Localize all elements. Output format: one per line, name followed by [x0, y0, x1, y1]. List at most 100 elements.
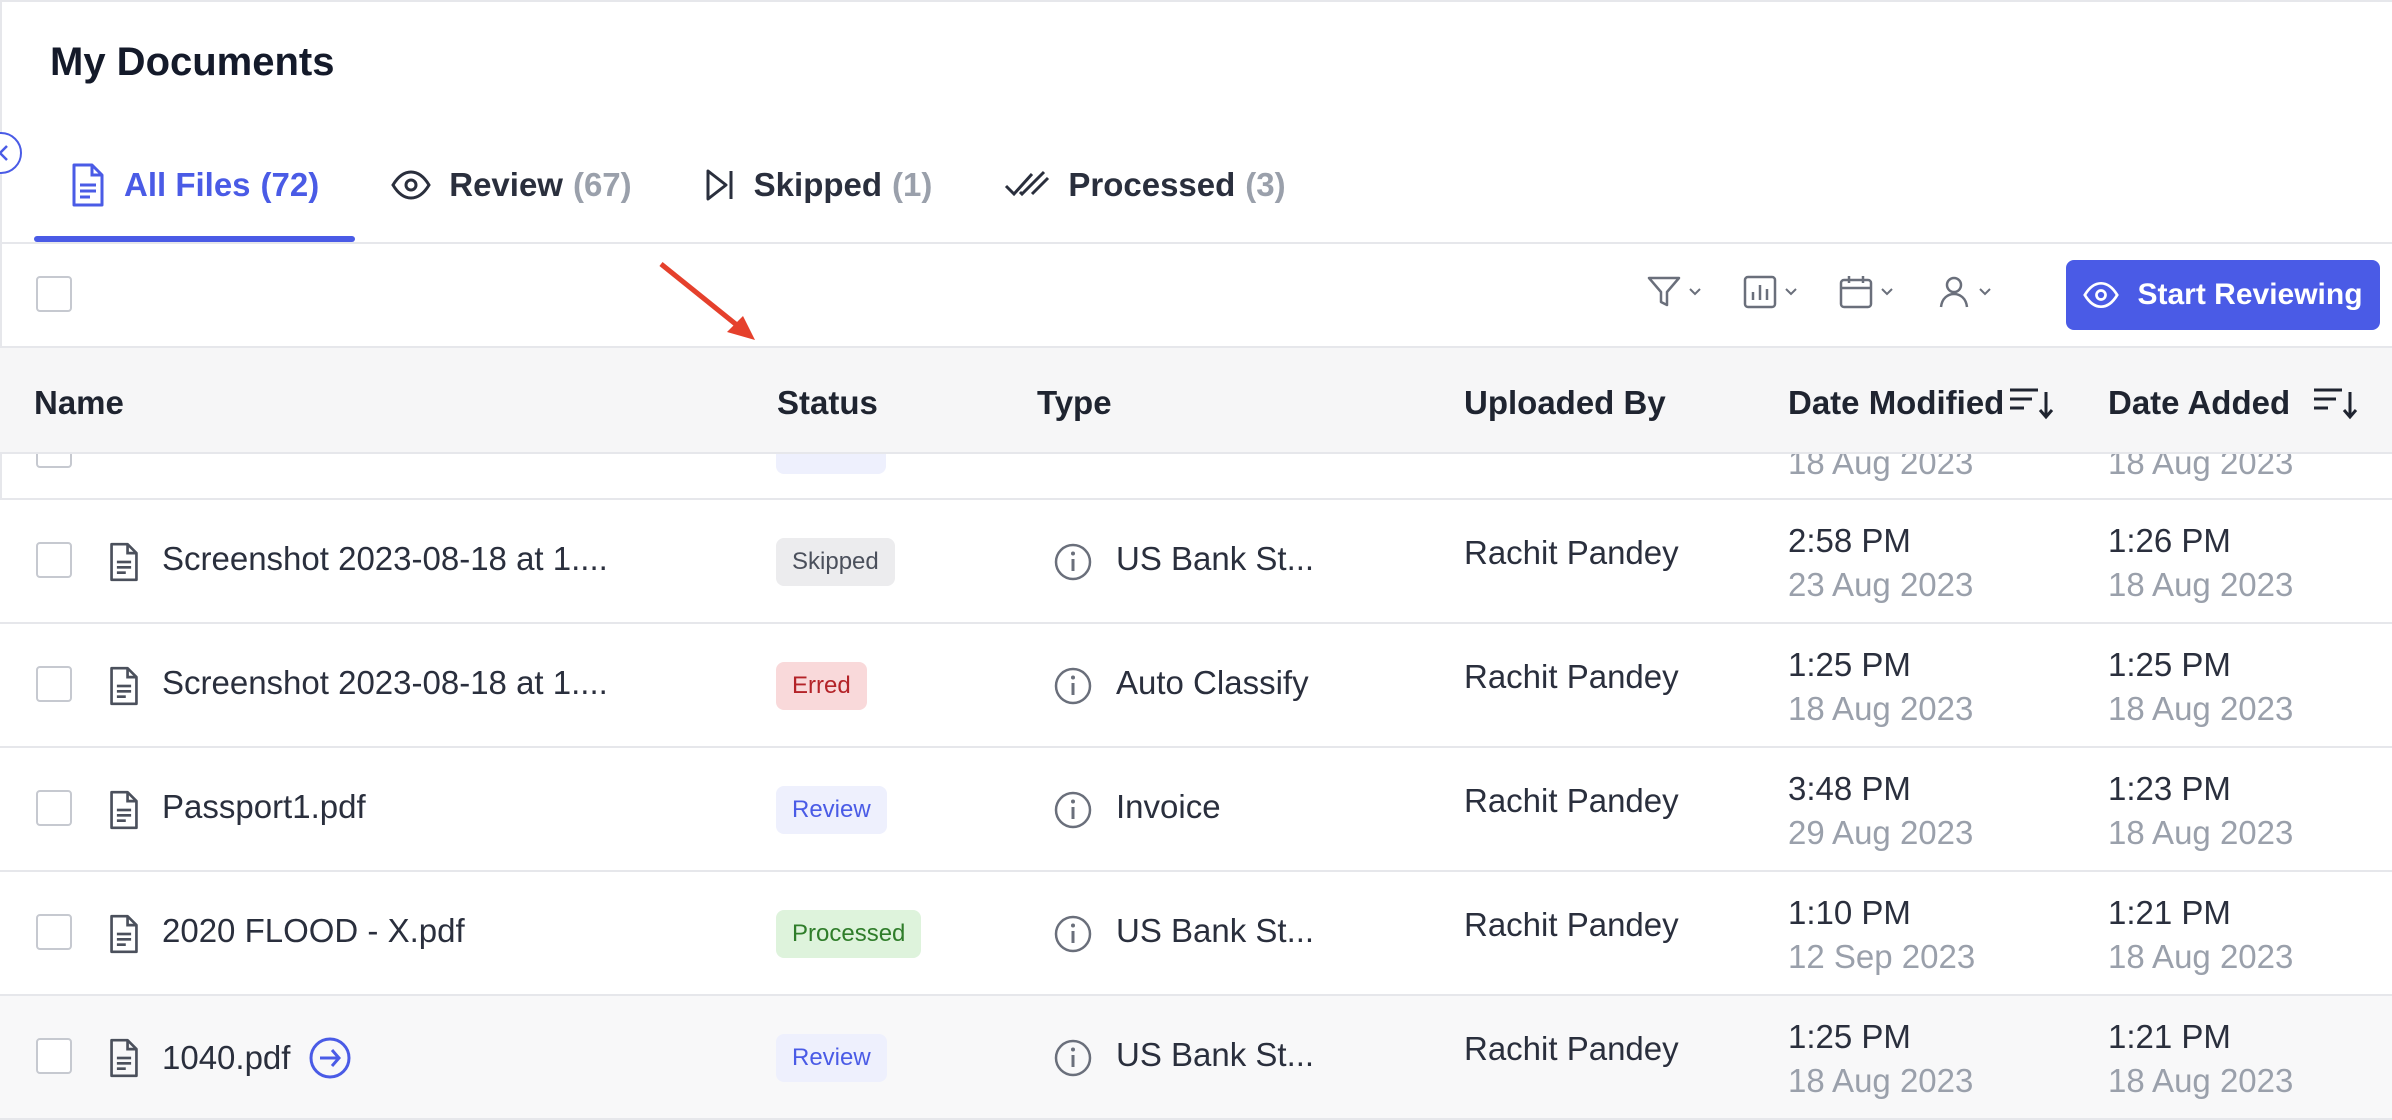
eye-icon: [2083, 281, 2120, 309]
column-header-date-modified[interactable]: Date Modified: [1788, 384, 2054, 422]
tab-count: (3): [1245, 166, 1286, 203]
uploaded-by: Rachit Pandey: [1464, 1030, 1679, 1067]
column-header-label: Date Modified: [1788, 384, 2005, 421]
tabs-divider: [0, 242, 2392, 244]
column-header-uploaded-by[interactable]: Uploaded By: [1464, 384, 1666, 422]
date-added-date: 18 Aug 2023: [2108, 454, 2294, 481]
eye-icon: [391, 170, 431, 200]
info-icon[interactable]: [1053, 666, 1093, 711]
date-added-date: 18 Aug 2023: [2108, 566, 2294, 603]
tab-skipped[interactable]: Skipped (1): [668, 150, 969, 220]
document-type: US Bank St...: [1116, 912, 1315, 949]
tab-bar: All Files (72) Review (67) Skipped (1) P…: [34, 150, 1322, 242]
status-badge: Processed: [776, 910, 922, 958]
file-name[interactable]: Screenshot 2023-08-18 at 1....: [162, 664, 608, 702]
file-name-text: 1040.pdf: [162, 1039, 291, 1076]
tab-all-files[interactable]: All Files (72): [34, 150, 356, 242]
status-badge: Skipped: [776, 538, 895, 586]
table-row[interactable]: 2020 FLOOD - X.pdf Processed US Bank St...…: [0, 872, 2392, 996]
document-icon: [70, 163, 106, 207]
file-icon: [108, 914, 140, 959]
row-checkbox[interactable]: [36, 790, 72, 826]
file-name[interactable]: Passport1.pdf: [162, 788, 366, 826]
user-dropdown[interactable]: [1936, 274, 1992, 310]
date-added-date: 18 Aug 2023: [2108, 1062, 2294, 1099]
column-header-date-added[interactable]: Date Added: [2108, 384, 2358, 422]
table-row-partial[interactable]: 18 Aug 2023 18 Aug 2023: [0, 454, 2392, 500]
start-reviewing-button[interactable]: Start Reviewing: [2066, 260, 2380, 330]
file-name[interactable]: 1040.pdf: [162, 1036, 352, 1080]
annotation-arrow-icon: [659, 262, 755, 340]
file-name[interactable]: 2020 FLOOD - X.pdf: [162, 912, 465, 950]
tab-count: (67): [572, 166, 632, 203]
date-modified-date: 18 Aug 2023: [1788, 690, 1974, 727]
chevron-left-icon: [0, 145, 8, 161]
document-type: US Bank St...: [1116, 540, 1315, 577]
column-header-status[interactable]: Status: [777, 384, 878, 422]
file-icon: [108, 542, 140, 587]
start-reviewing-label: Start Reviewing: [2137, 278, 2363, 311]
document-type: Auto Classify: [1116, 664, 1309, 701]
row-checkbox[interactable]: [36, 454, 72, 468]
tab-count: (72): [260, 166, 320, 203]
arrow-right-circle-icon[interactable]: [308, 1036, 352, 1080]
file-icon: [108, 666, 140, 711]
table-row[interactable]: Screenshot 2023-08-18 at 1.... Skipped US …: [0, 500, 2392, 624]
info-icon[interactable]: [1053, 542, 1093, 587]
column-header-label: Date Added: [2108, 384, 2291, 421]
table-body: 18 Aug 2023 18 Aug 2023 Screenshot 2023-…: [0, 454, 2392, 1120]
file-icon: [108, 1038, 140, 1083]
tab-processed[interactable]: Processed (3): [968, 150, 1321, 220]
tab-label: Processed: [1068, 166, 1236, 203]
uploaded-by: Rachit Pandey: [1464, 906, 1679, 943]
tab-review[interactable]: Review (67): [355, 150, 667, 220]
file-name-text: Screenshot 2023-08-18 at 1....: [162, 664, 608, 701]
uploaded-by: Rachit Pandey: [1464, 534, 1679, 571]
table-row[interactable]: Passport1.pdf Review Invoice Rachit Pandey 3…: [0, 748, 2392, 872]
date-added-time: 1:21 PM: [2108, 894, 2231, 931]
chevron-down-icon: [1689, 288, 1701, 296]
filter-dropdown[interactable]: [1646, 274, 1702, 310]
sort-descending-icon[interactable]: [2312, 386, 2358, 420]
table-row[interactable]: 1040.pdf Review US Bank St... Rachit Pandey…: [0, 996, 2392, 1120]
uploaded-by: Rachit Pandey: [1464, 658, 1679, 695]
date-modified-time: 1:10 PM: [1788, 894, 1911, 931]
filter-icon: [1647, 276, 1681, 307]
chart-icon: [1743, 275, 1777, 309]
table-row[interactable]: Screenshot 2023-08-18 at 1.... Erred Auto …: [0, 624, 2392, 748]
date-dropdown[interactable]: [1838, 274, 1894, 310]
info-icon[interactable]: [1053, 914, 1093, 959]
chart-dropdown[interactable]: [1742, 274, 1798, 310]
select-all-checkbox[interactable]: [36, 276, 72, 312]
date-added-time: 1:23 PM: [2108, 770, 2231, 807]
skip-forward-icon: [704, 168, 736, 202]
row-checkbox[interactable]: [36, 666, 72, 702]
file-name-text: Passport1.pdf: [162, 788, 366, 825]
column-header-name[interactable]: Name: [34, 384, 124, 422]
date-added-time: 1:26 PM: [2108, 522, 2231, 559]
date-modified-date: 23 Aug 2023: [1788, 566, 1974, 603]
document-type: US Bank St...: [1116, 1036, 1315, 1073]
tab-label: Skipped: [753, 166, 883, 203]
sort-descending-icon[interactable]: [2008, 386, 2054, 420]
column-header-type[interactable]: Type: [1037, 384, 1112, 422]
row-checkbox[interactable]: [36, 914, 72, 950]
date-modified-time: 3:48 PM: [1788, 770, 1911, 807]
status-badge: Review: [776, 1034, 887, 1082]
chevron-down-icon: [1979, 288, 1991, 296]
date-modified-time: 1:25 PM: [1788, 646, 1911, 683]
row-checkbox[interactable]: [36, 1038, 72, 1074]
date-added-time: 1:25 PM: [2108, 646, 2231, 683]
document-type: Invoice: [1116, 788, 1221, 825]
calendar-icon: [1839, 276, 1873, 309]
chevron-down-icon: [1785, 288, 1797, 296]
user-icon: [1939, 276, 1969, 308]
file-name[interactable]: Screenshot 2023-08-18 at 1....: [162, 540, 608, 578]
status-badge: [776, 454, 886, 474]
date-modified-date: 29 Aug 2023: [1788, 814, 1974, 851]
status-badge: Review: [776, 786, 887, 834]
row-checkbox[interactable]: [36, 542, 72, 578]
table-header: Name Status Type Uploaded By Date Modifi…: [0, 346, 2392, 454]
info-icon[interactable]: [1053, 790, 1093, 835]
info-icon[interactable]: [1053, 1038, 1093, 1083]
